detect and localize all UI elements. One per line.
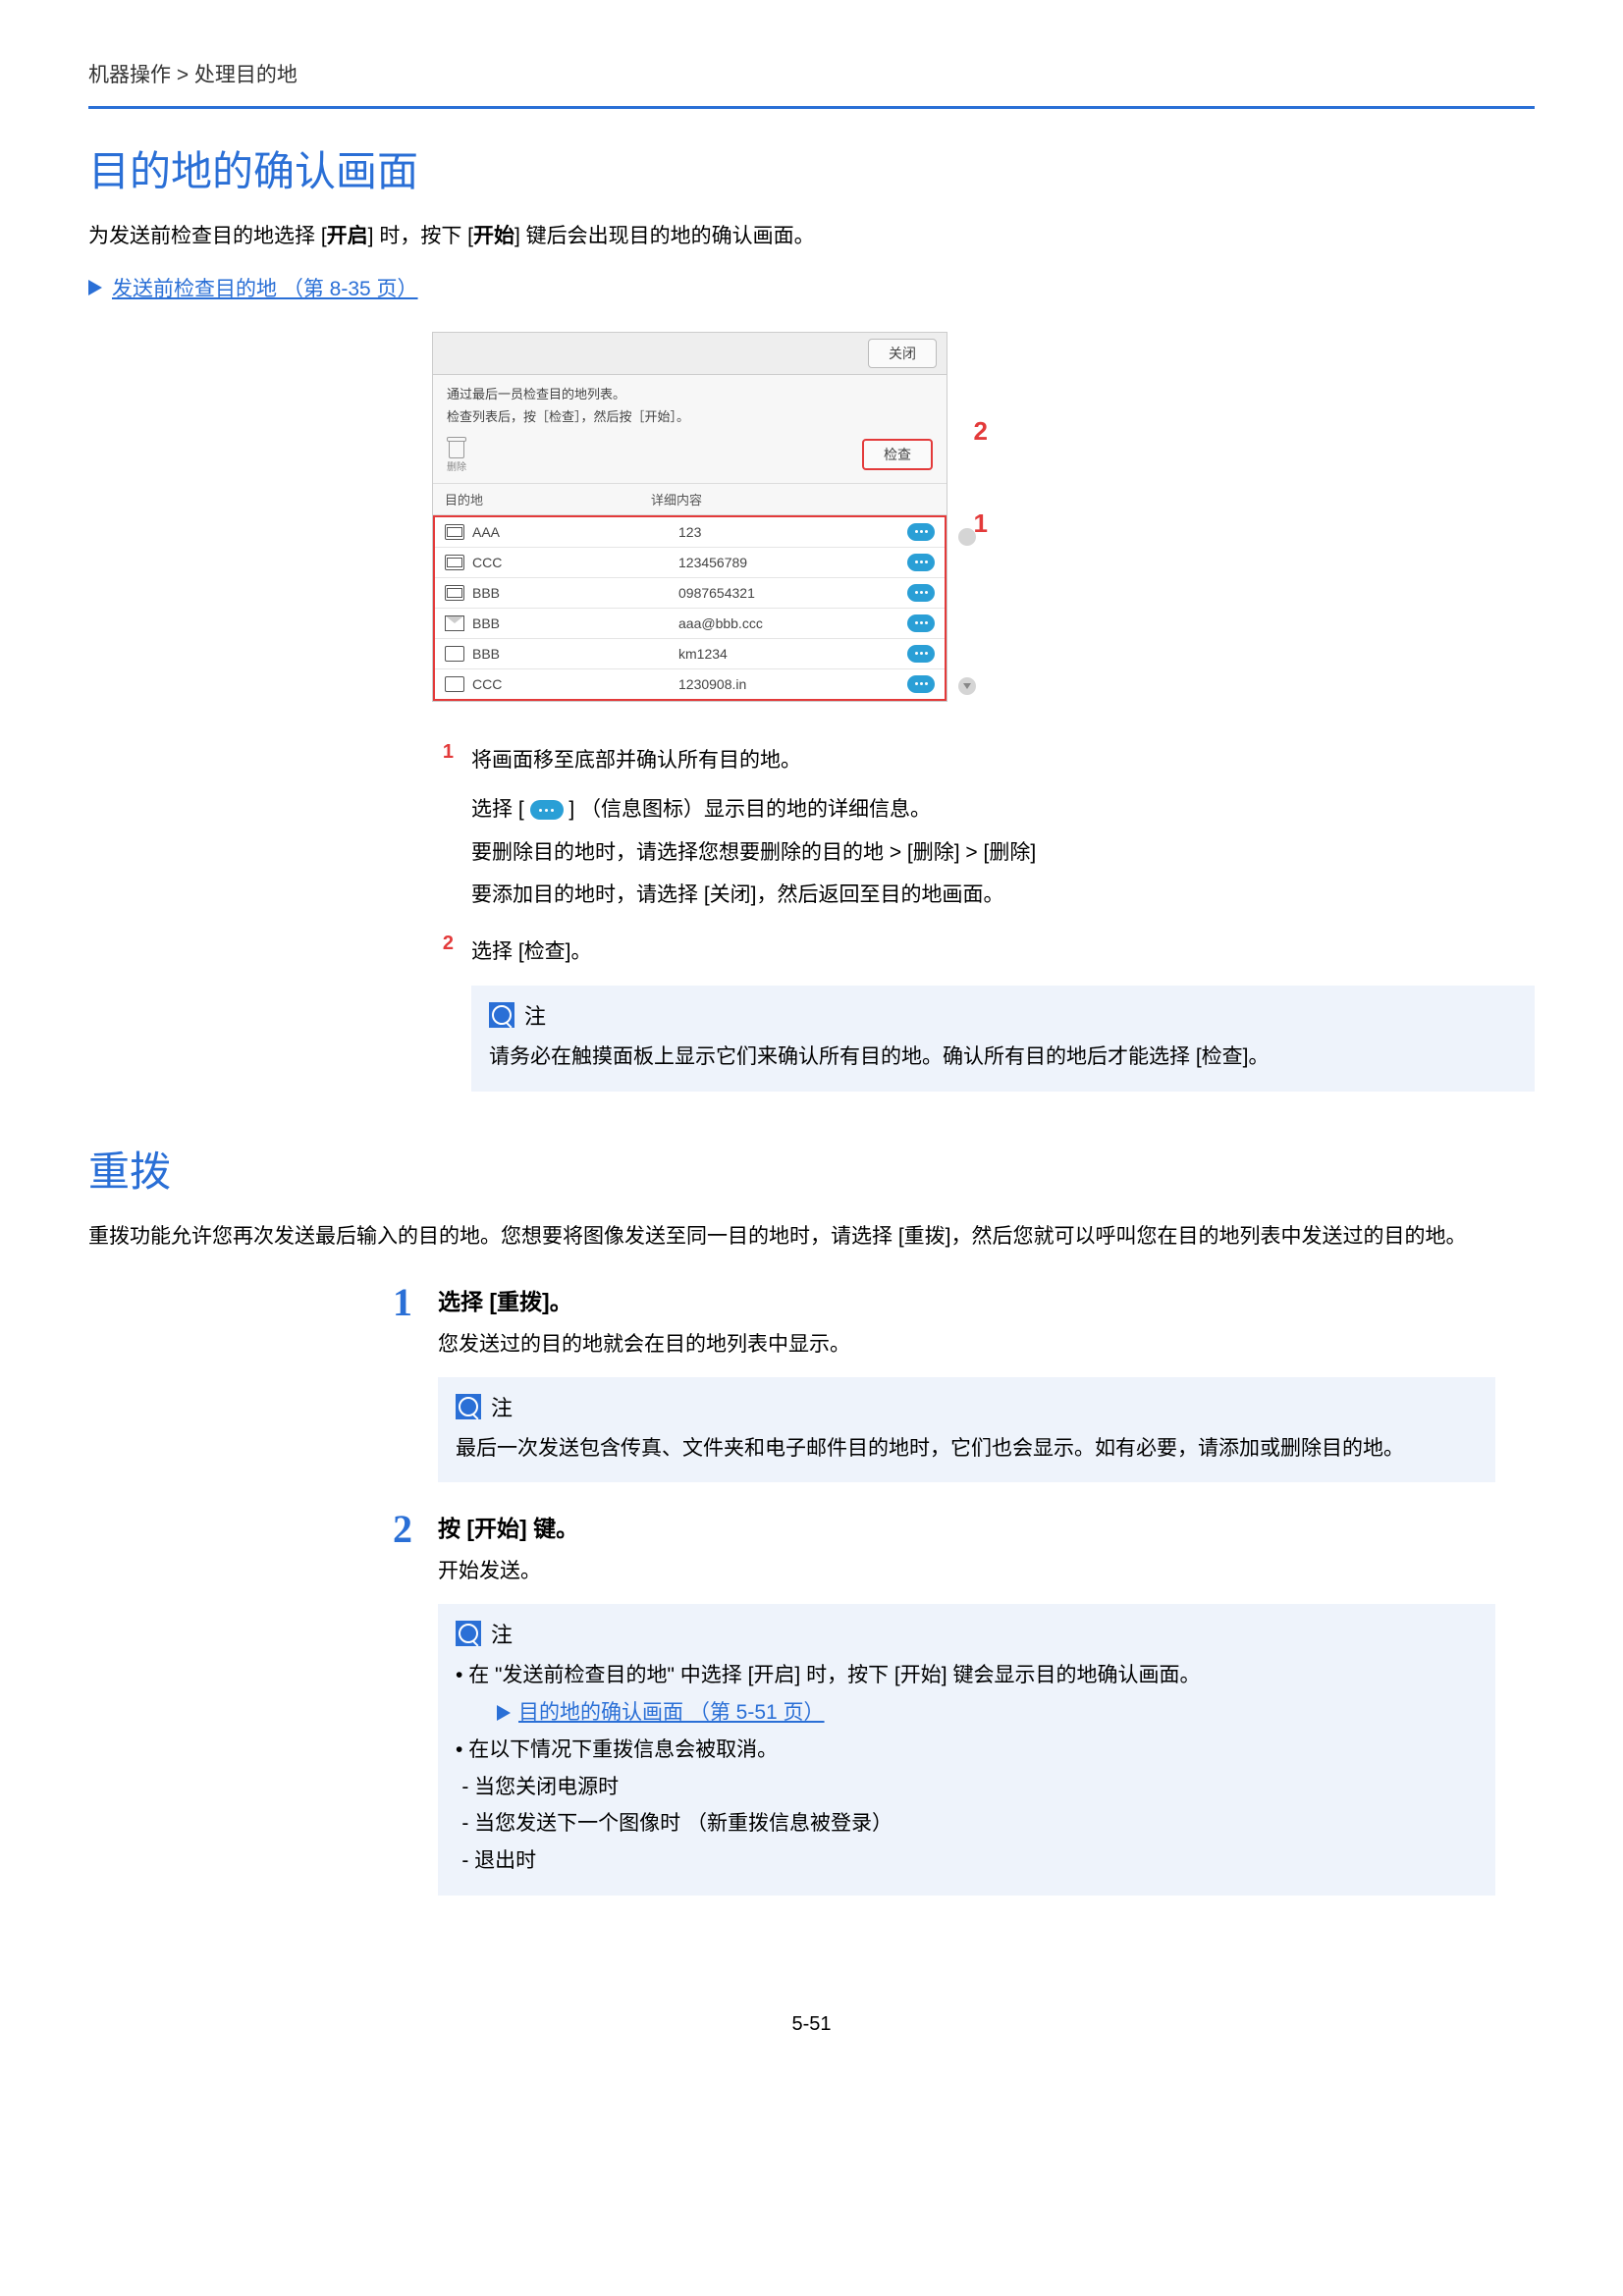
xref-confirmation-screen[interactable]: 目的地的确认画面 （第 5-51 页） (518, 1694, 825, 1732)
arrow-icon (497, 1705, 511, 1721)
folder-icon (445, 646, 464, 662)
note-text: 请务必在触摸面板上显示它们来确认所有目的地。确认所有目的地后才能选择 [检查]。 (489, 1039, 1517, 1076)
note-dash: 退出时 (456, 1842, 1478, 1880)
trash-icon[interactable] (447, 437, 466, 458)
scrollbar[interactable] (958, 528, 978, 695)
table-row[interactable]: AAA123 (435, 517, 945, 548)
arrow-icon (88, 280, 102, 295)
step1-text: 您发送过的目的地就会在目的地列表中显示。 (438, 1326, 1495, 1363)
column-destination: 目的地 (433, 484, 639, 514)
info-icon[interactable] (907, 554, 935, 571)
table-row[interactable]: BBBkm1234 (435, 639, 945, 669)
info-icon (530, 800, 564, 820)
page-number: 5-51 (88, 2013, 1535, 2036)
info-icon[interactable] (907, 584, 935, 602)
big-step-1: 1 (353, 1283, 412, 1483)
step2-title: 按 [开始] 键。 (438, 1510, 1495, 1543)
callout-1: 1 (974, 508, 988, 539)
table-row[interactable]: BBB0987654321 (435, 578, 945, 609)
panel-message-1: 通过最后一员检查目的地列表。 (433, 375, 947, 408)
callout-2: 2 (974, 416, 988, 447)
step-sub: 要添加目的地时，请选择 [关闭]，然后返回至目的地画面。 (471, 876, 1535, 915)
note-label: 注 (491, 1391, 513, 1422)
column-detail: 详细内容 (639, 484, 947, 514)
breadcrumb: 机器操作 > 处理目的地 (88, 59, 1535, 109)
note-dash: 当您发送下一个图像时 （新重拨信息被登录） (456, 1805, 1478, 1842)
step-text: 将画面移至底部并确认所有目的地。 (471, 741, 801, 780)
note-text: 最后一次发送包含传真、文件夹和电子邮件目的地时，它们也会显示。如有必要，请添加或… (456, 1430, 1478, 1468)
note-label: 注 (491, 1618, 513, 1649)
big-step-2: 2 (353, 1510, 412, 1896)
step-number-1: 1 (432, 741, 454, 780)
table-row[interactable]: BBBaaa@bbb.ccc (435, 609, 945, 639)
note-bullet: 在 "发送前检查目的地" 中选择 [开启] 时，按下 [开始] 键会显示目的地确… (456, 1657, 1478, 1694)
xref-check-destination[interactable]: 发送前检查目的地 （第 8-35 页） (112, 273, 418, 302)
panel-message-2: 检查列表后，按［检查］，然后按［开始］。 (433, 407, 947, 431)
folder-icon (445, 676, 464, 692)
destination-list: AAA123 CCC123456789 BBB0987654321 BBBaaa… (433, 515, 947, 701)
table-row[interactable]: CCC1230908.in (435, 669, 945, 699)
info-icon[interactable] (907, 675, 935, 693)
info-icon[interactable] (907, 645, 935, 663)
step-sub: 选择 [ ] （信息图标）显示目的地的详细信息。 (471, 790, 1535, 829)
step-text: 选择 [检查]。 (471, 933, 592, 972)
fax-icon (445, 585, 464, 601)
heading-redial: 重拨 (88, 1139, 1535, 1199)
step-number-2: 2 (432, 933, 454, 972)
check-button[interactable]: 检查 (862, 439, 933, 470)
screenshot-confirmation: 关闭 通过最后一员检查目的地列表。 检查列表后，按［检查］，然后按［开始］。 删… (432, 332, 982, 702)
step1-title: 选择 [重拨]。 (438, 1283, 1495, 1316)
info-icon[interactable] (907, 614, 935, 632)
step2-text: 开始发送。 (438, 1553, 1495, 1590)
close-button[interactable]: 关闭 (868, 339, 937, 368)
redial-intro: 重拨功能允许您再次发送最后输入的目的地。您想要将图像发送至同一目的地时，请选择 … (88, 1218, 1535, 1255)
note-label: 注 (524, 999, 546, 1031)
intro-text: 为发送前检查目的地选择 [开启] 时，按下 [开始] 键后会出现目的地的确认画面… (88, 218, 1535, 255)
heading-confirmation-screen: 目的地的确认画面 (88, 138, 1535, 198)
mail-icon (445, 615, 464, 631)
note-icon (456, 1394, 481, 1419)
step-sub: 要删除目的地时，请选择您想要删除的目的地 > [删除] > [删除] (471, 833, 1535, 873)
note-dash: 当您关闭电源时 (456, 1769, 1478, 1806)
note-icon (489, 1002, 514, 1028)
note-bullet: 在以下情况下重拨信息会被取消。 (456, 1732, 1478, 1769)
note-icon (456, 1621, 481, 1646)
fax-icon (445, 555, 464, 570)
table-row[interactable]: CCC123456789 (435, 548, 945, 578)
fax-icon (445, 524, 464, 540)
info-icon[interactable] (907, 523, 935, 541)
